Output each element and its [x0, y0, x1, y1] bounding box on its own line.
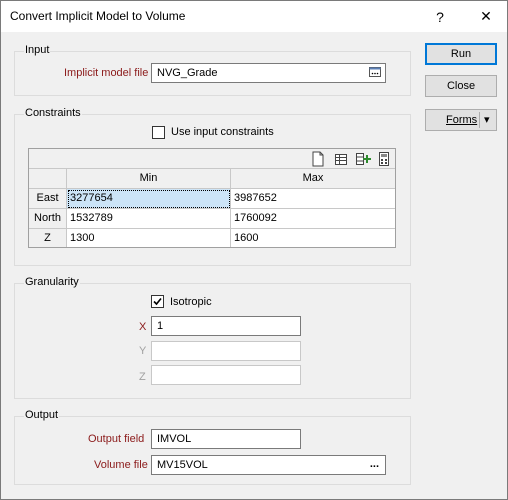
browse-icon[interactable] [369, 66, 381, 82]
north-min-cell[interactable]: 1532789 [67, 209, 231, 229]
output-field-input[interactable]: IMVOL [151, 429, 301, 449]
new-row-icon[interactable] [311, 151, 327, 167]
forms-label: Forms [446, 114, 478, 126]
title-bar: Convert Implicit Model to Volume ? ✕ [1, 1, 507, 32]
close-icon: ✕ [480, 8, 492, 24]
input-group-title: Input [24, 44, 51, 56]
run-button[interactable]: Run [425, 43, 497, 65]
isotropic-checkbox[interactable] [151, 295, 164, 308]
z-max-cell[interactable]: 1600 [231, 229, 395, 247]
column-header-min: Min [67, 169, 231, 189]
granularity-group-title: Granularity [24, 276, 80, 288]
isotropic-label: Isotropic [170, 296, 212, 308]
row-header-east: East [29, 189, 67, 209]
use-input-constraints-checkbox[interactable] [152, 126, 165, 139]
z-field[interactable] [151, 365, 301, 385]
grid-toolbar [29, 149, 395, 169]
y-field[interactable] [151, 341, 301, 361]
z-label: Z [139, 371, 146, 383]
help-button[interactable]: ? [417, 1, 463, 32]
volume-file-field[interactable]: MV15VOL ... [151, 455, 386, 475]
chevron-down-icon[interactable]: ▾ [484, 110, 490, 130]
output-field-label: Output field [88, 433, 145, 445]
dialog-window: Convert Implicit Model to Volume ? ✕ Run… [0, 0, 508, 500]
close-window-button[interactable]: ✕ [463, 1, 508, 32]
z-min-cell[interactable]: 1300 [67, 229, 231, 247]
forms-button[interactable]: Forms ▾ [425, 109, 497, 131]
row-header-z: Z [29, 229, 67, 247]
close-button[interactable]: Close [425, 75, 497, 97]
checkmark-icon [153, 297, 162, 306]
volume-file-value: MV15VOL [157, 459, 208, 471]
implicit-model-value: NVG_Grade [157, 67, 218, 79]
use-input-constraints-label: Use input constraints [171, 126, 274, 138]
implicit-model-field[interactable]: NVG_Grade [151, 63, 386, 83]
forms-divider [479, 112, 480, 128]
browse-ellipsis-icon[interactable]: ... [370, 457, 379, 471]
x-label: X [139, 321, 147, 333]
output-group-title: Output [24, 409, 60, 421]
calculator-icon[interactable] [377, 151, 393, 167]
column-header-max: Max [231, 169, 395, 189]
x-field[interactable]: 1 [151, 316, 301, 336]
grid-corner-cell [29, 169, 67, 189]
north-max-cell[interactable]: 1760092 [231, 209, 395, 229]
y-label: Y [139, 345, 147, 357]
row-header-north: North [29, 209, 67, 229]
east-min-cell[interactable]: 3277654 [67, 189, 231, 209]
east-max-cell[interactable]: 3987652 [231, 189, 395, 209]
insert-row-icon[interactable] [355, 151, 371, 167]
window-title: Convert Implicit Model to Volume [10, 9, 186, 23]
implicit-model-label: Implicit model file [64, 67, 149, 79]
volume-file-label: Volume file [94, 459, 148, 471]
table-view-icon[interactable] [333, 151, 349, 167]
help-icon: ? [436, 8, 444, 25]
constraints-grid: Min Max East 3277654 3987652 North 15327… [28, 148, 396, 248]
constraints-group-title: Constraints [24, 107, 82, 119]
